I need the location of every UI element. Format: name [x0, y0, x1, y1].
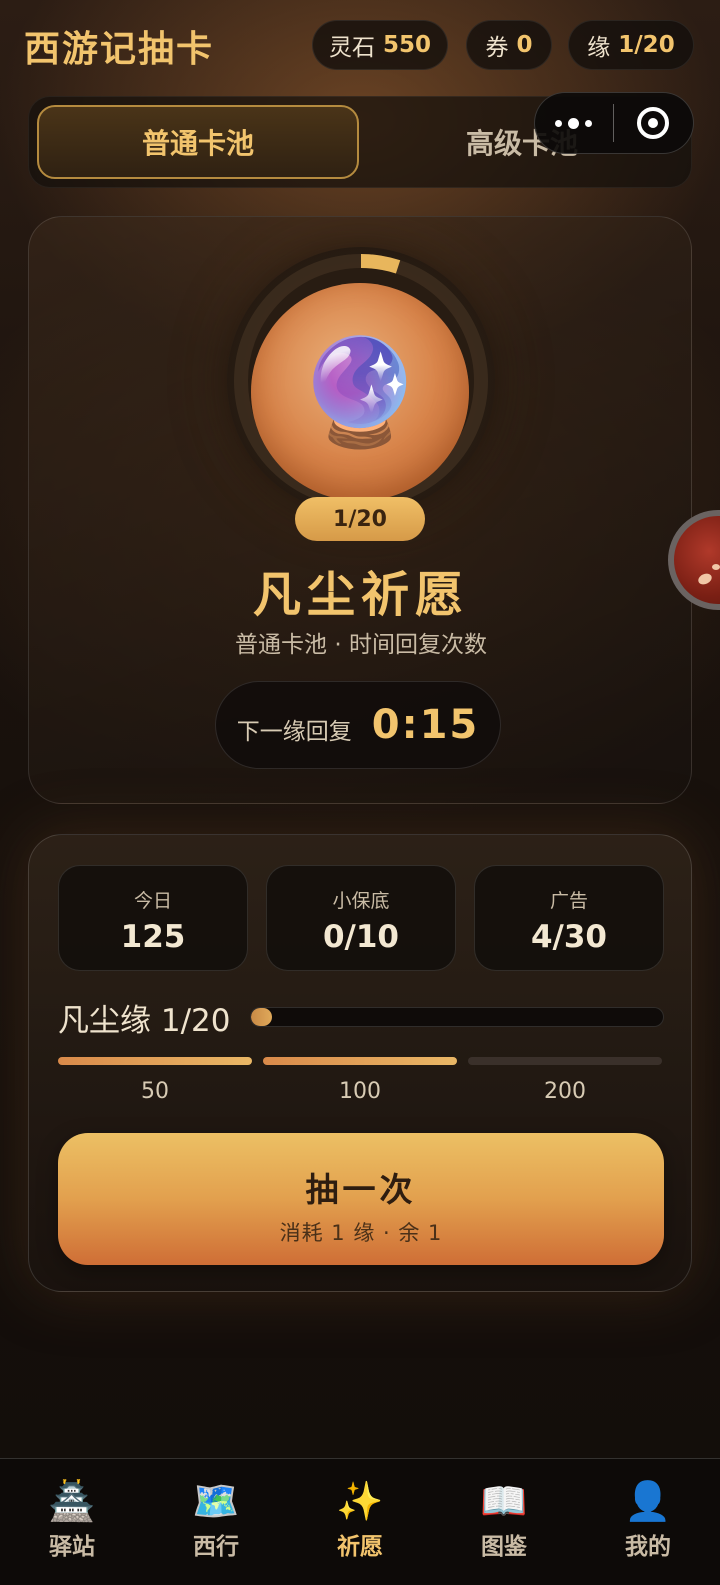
lingshi-value: 550: [382, 32, 431, 58]
stat-pity: 小保底 0/10: [266, 865, 456, 971]
target-circle-icon[interactable]: [614, 93, 694, 153]
stat-ads-label: 广告: [549, 890, 588, 912]
stat-pity-label: 小保底: [332, 890, 390, 912]
sparkles-icon: ✨: [336, 1479, 384, 1523]
recover-label: 下一缘回复: [236, 719, 352, 745]
ticket-value: 0: [516, 32, 533, 58]
stat-today: 今日 125: [58, 865, 248, 971]
map-icon: 🗺️: [192, 1479, 240, 1523]
fate-progress-fill: [251, 1008, 272, 1026]
fate-progress-bar: [250, 1007, 664, 1027]
nav-item-codex[interactable]: 📖 图鉴: [432, 1459, 576, 1585]
stat-today-label: 今日: [133, 890, 172, 912]
nav-label-journey: 西行: [193, 1534, 239, 1560]
nav-item-journey[interactable]: 🗺️ 西行: [144, 1459, 288, 1585]
app-title: 西游记抽卡: [24, 29, 215, 70]
crystal-ball-icon: 🔮: [295, 330, 425, 453]
pool-description: 普通卡池 · 时间回复次数: [235, 632, 487, 658]
more-dots-icon[interactable]: [535, 93, 613, 153]
pool-name: 凡尘祈愿: [252, 567, 469, 623]
draw-button-subtitle: 消耗 1 缘 · 余 1: [279, 1221, 443, 1245]
nav-label-wish: 祈愿: [337, 1534, 383, 1560]
recover-time: 0:15: [371, 702, 480, 748]
tab-normal-pool[interactable]: 普通卡池: [37, 105, 359, 179]
fate-counter-label: 缘: [587, 35, 611, 61]
stats-card: 今日 125 小保底 0/10 广告 4/30 凡尘缘 1/20 50 100 …: [28, 834, 692, 1292]
milestone-label-50: 50: [141, 1079, 169, 1104]
user-icon: 👤: [624, 1479, 672, 1523]
pool-orb[interactable]: 🔮: [251, 283, 469, 501]
fate-counter-value: 1/20: [618, 32, 675, 58]
book-icon: 📖: [480, 1479, 528, 1523]
pool-progress-badge: 1/20: [295, 497, 425, 541]
nav-label-codex: 图鉴: [481, 1534, 527, 1560]
bottom-nav: 🏯 驿站 🗺️ 西行 ✨ 祈愿 📖 图鉴 👤 我的: [0, 1458, 720, 1585]
draw-button-title: 抽一次: [305, 1170, 417, 1209]
nav-label-station: 驿站: [49, 1534, 95, 1560]
nav-item-wish[interactable]: ✨ 祈愿: [288, 1459, 432, 1585]
gacha-screen: 西游记抽卡 灵石 550 券 0 缘 1/20 普通卡池 高级卡池 🔮 1/20…: [0, 0, 720, 1585]
lingshi-label: 灵石: [328, 35, 375, 61]
ticket-counter[interactable]: 券 0: [466, 20, 552, 70]
fate-counter[interactable]: 缘 1/20: [568, 20, 694, 70]
pool-card: 🔮 1/20 凡尘祈愿 普通卡池 · 时间回复次数 下一缘回复 0:15: [28, 216, 692, 804]
stat-pity-value: 0/10: [322, 919, 400, 955]
nav-label-profile: 我的: [625, 1534, 671, 1560]
nav-item-station[interactable]: 🏯 驿站: [0, 1459, 144, 1585]
milestone-bar-50: [58, 1057, 252, 1065]
stat-ads: 广告 4/30: [474, 865, 664, 971]
fate-progress-label: 凡尘缘 1/20: [58, 1003, 231, 1039]
stat-ads-value: 4/30: [530, 919, 608, 955]
stat-today-value: 125: [120, 919, 186, 955]
milestone-bar-100: [263, 1057, 457, 1065]
lingshi-counter[interactable]: 灵石 550: [312, 20, 448, 70]
draw-once-button[interactable]: 抽一次 消耗 1 缘 · 余 1: [58, 1133, 664, 1265]
miniprogram-capsule: [534, 92, 694, 154]
milestone-label-100: 100: [339, 1079, 381, 1104]
castle-icon: 🏯: [48, 1479, 96, 1523]
ticket-label: 券: [485, 35, 509, 61]
milestone-bar-200: [468, 1057, 662, 1065]
milestone-label-200: 200: [544, 1079, 586, 1104]
recover-timer: 下一缘回复 0:15: [215, 681, 501, 769]
nav-item-profile[interactable]: 👤 我的: [576, 1459, 720, 1585]
